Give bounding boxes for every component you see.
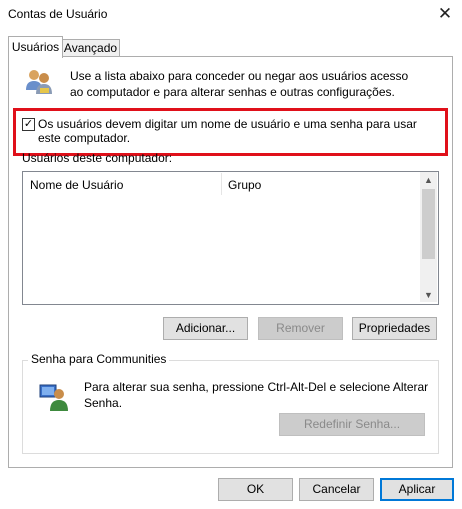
add-button[interactable]: Adicionar...	[163, 317, 248, 340]
reset-password-button[interactable]: Redefinir Senha...	[279, 413, 425, 436]
tab-usuarios[interactable]: Usuários	[8, 36, 63, 58]
users-list-label: Usuários deste computador:	[22, 151, 173, 165]
require-login-checkbox[interactable]: ✓	[22, 118, 35, 131]
apply-button[interactable]: Aplicar	[380, 478, 454, 501]
intro-text: Use a lista abaixo para conceder ou nega…	[70, 69, 409, 99]
properties-button[interactable]: Propriedades	[352, 317, 437, 340]
scroll-up-icon[interactable]: ▲	[420, 173, 437, 187]
users-icon	[22, 66, 54, 98]
scrollbar-thumb[interactable]	[422, 189, 435, 259]
ok-button[interactable]: OK	[218, 478, 293, 501]
column-header-username[interactable]: Nome de Usuário	[30, 178, 123, 192]
password-instructions: Para alterar sua senha, pressione Ctrl-A…	[84, 380, 429, 410]
scroll-down-icon[interactable]: ▼	[420, 288, 437, 302]
require-login-label[interactable]: Os usuários devem digitar um nome de usu…	[38, 117, 438, 145]
user-icon	[38, 381, 70, 413]
remove-button[interactable]: Remover	[258, 317, 343, 340]
close-icon[interactable]: ✕	[432, 2, 458, 26]
password-group-title: Senha para Communities	[28, 352, 170, 366]
column-separator[interactable]	[221, 173, 222, 195]
window-title: Contas de Usuário	[8, 7, 108, 21]
cancel-button[interactable]: Cancelar	[299, 478, 374, 501]
column-header-group[interactable]: Grupo	[228, 178, 261, 192]
